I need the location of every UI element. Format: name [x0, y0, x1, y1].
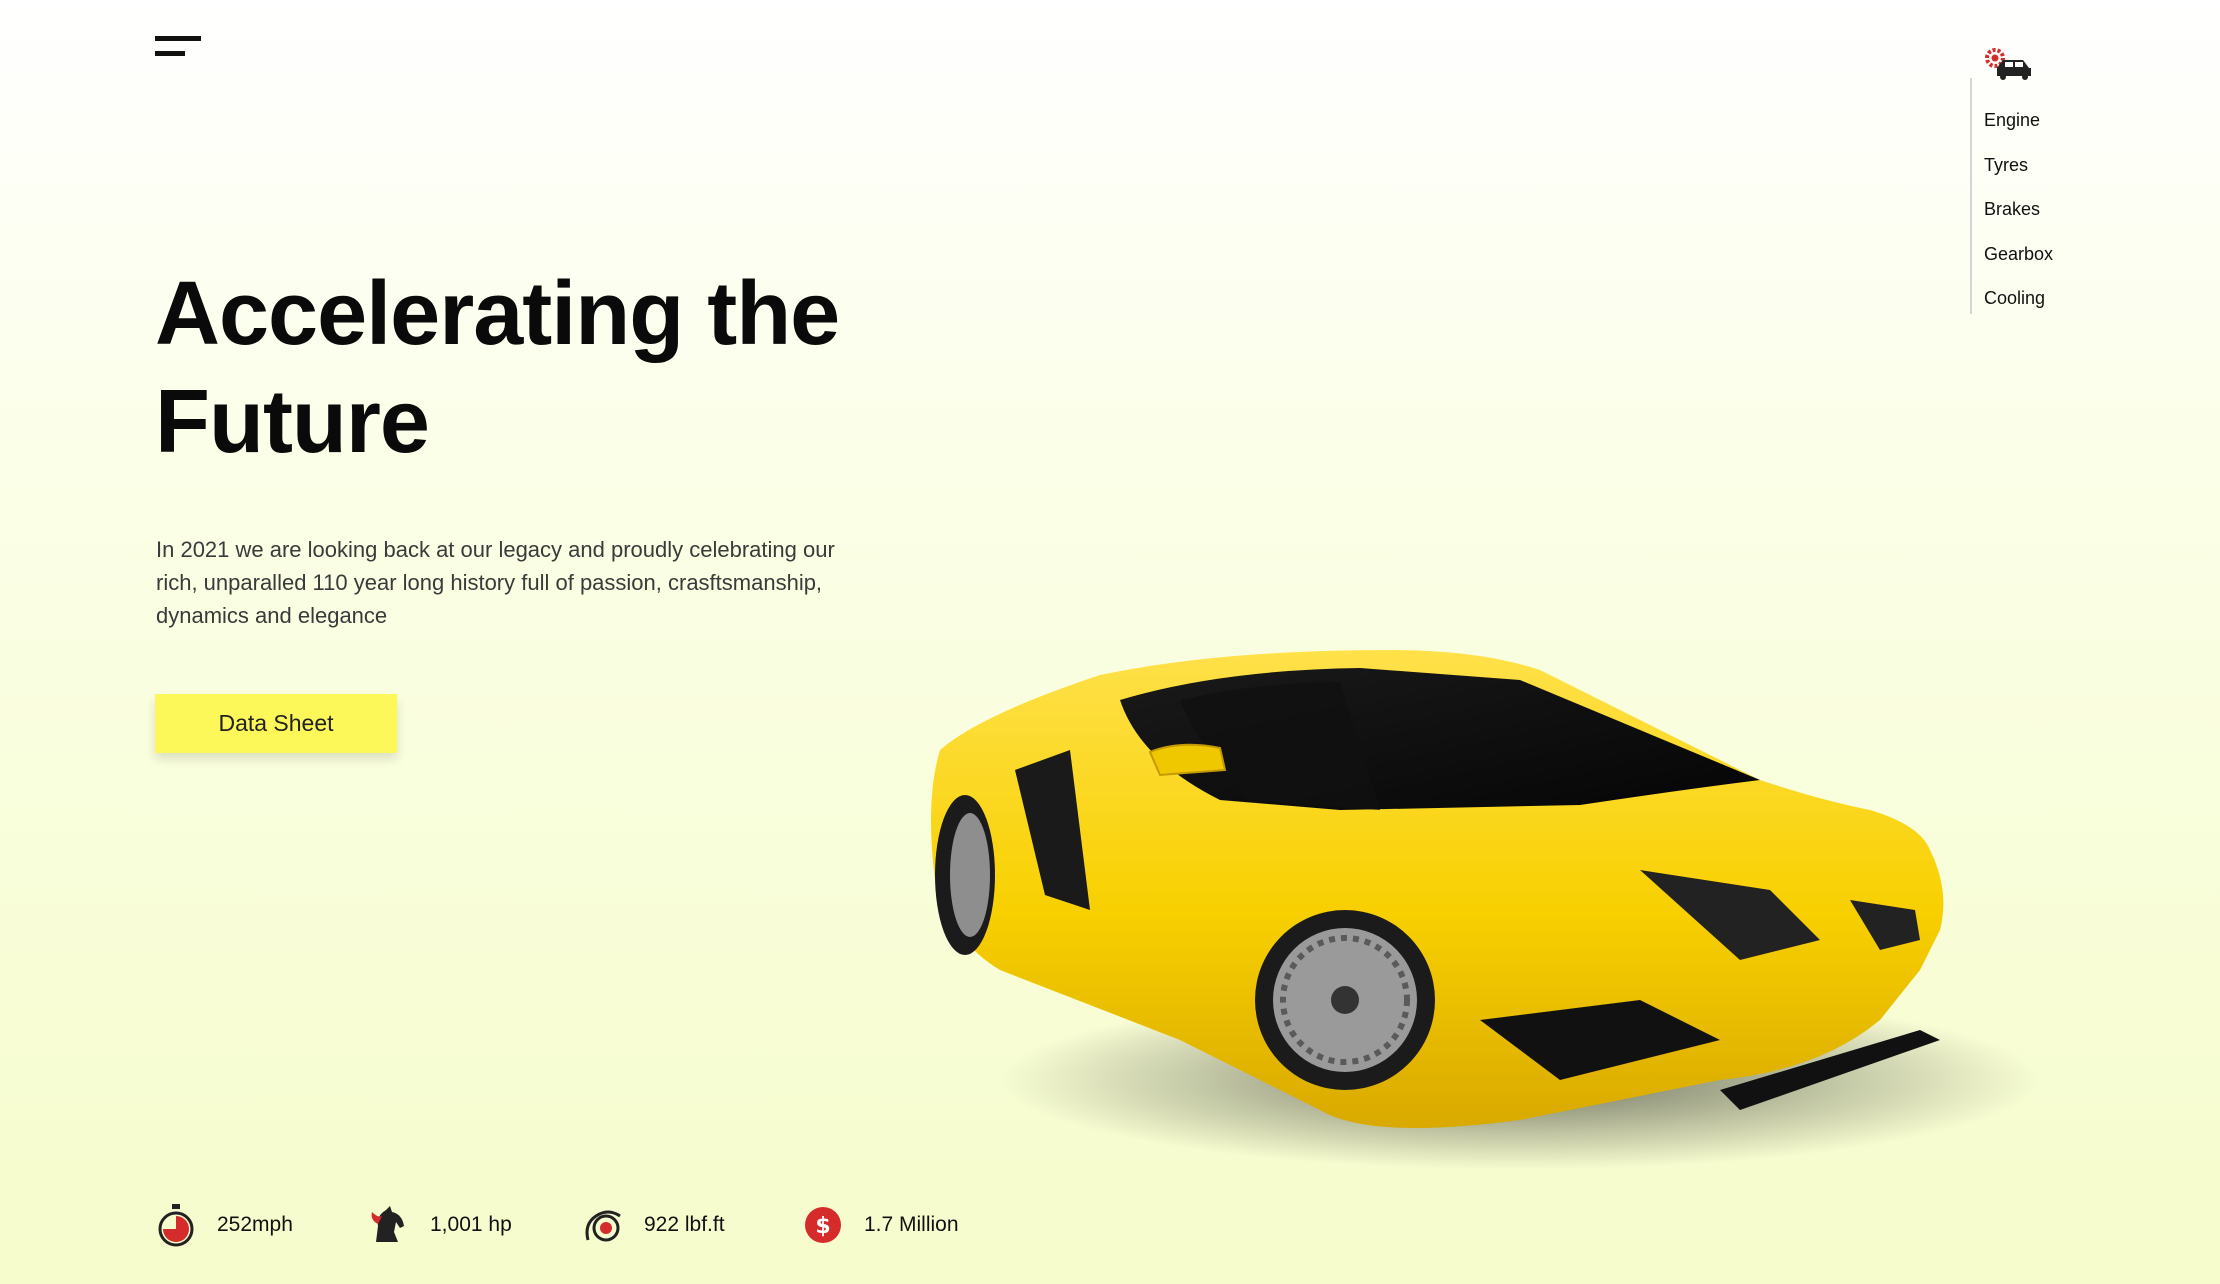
nav-item-cooling[interactable]: Cooling: [1984, 276, 2053, 321]
nav-divider: [1970, 78, 1972, 314]
car-image: [931, 650, 2040, 1170]
stat-horsepower: 1,001 hp: [368, 1200, 512, 1250]
turbo-icon: [585, 1210, 621, 1242]
front-wheel: [1255, 910, 1435, 1090]
hero-title-line1: Accelerating the: [155, 264, 840, 364]
nav-item-engine[interactable]: Engine: [1984, 98, 2053, 143]
stat-value: 1.7 Million: [864, 1213, 959, 1236]
hero-description: In 2021 we are looking back at our legac…: [156, 537, 835, 628]
data-sheet-button[interactable]: Data Sheet: [155, 694, 397, 753]
nav-item-gearbox[interactable]: Gearbox: [1984, 232, 2053, 277]
nav-item-tyres[interactable]: Tyres: [1984, 143, 2053, 188]
dollar-icon: $: [805, 1207, 841, 1243]
menu-line: [155, 36, 201, 41]
horse-icon: [371, 1206, 404, 1242]
stat-price: $ 1.7 Million: [802, 1200, 959, 1250]
stopwatch-icon: [158, 1204, 194, 1247]
nav-item-brakes[interactable]: Brakes: [1984, 187, 2053, 232]
stat-value: 1,001 hp: [430, 1213, 512, 1236]
menu-toggle-icon[interactable]: [155, 34, 203, 60]
hero-title: Accelerating the Future: [155, 260, 1055, 476]
stat-torque: 922 lbf.ft: [582, 1200, 725, 1250]
stat-value: 922 lbf.ft: [644, 1213, 725, 1236]
hero-title-line2: Future: [155, 372, 430, 472]
svg-text:$: $: [815, 1214, 830, 1239]
menu-line: [155, 51, 185, 56]
parts-nav-list: Engine Tyres Brakes Gearbox Cooling: [1984, 98, 2053, 321]
stat-value: 252mph: [217, 1213, 293, 1236]
rear-wheel: [935, 795, 995, 955]
stat-top-speed: 252mph: [155, 1200, 293, 1250]
car-settings-icon: [1985, 48, 2031, 80]
